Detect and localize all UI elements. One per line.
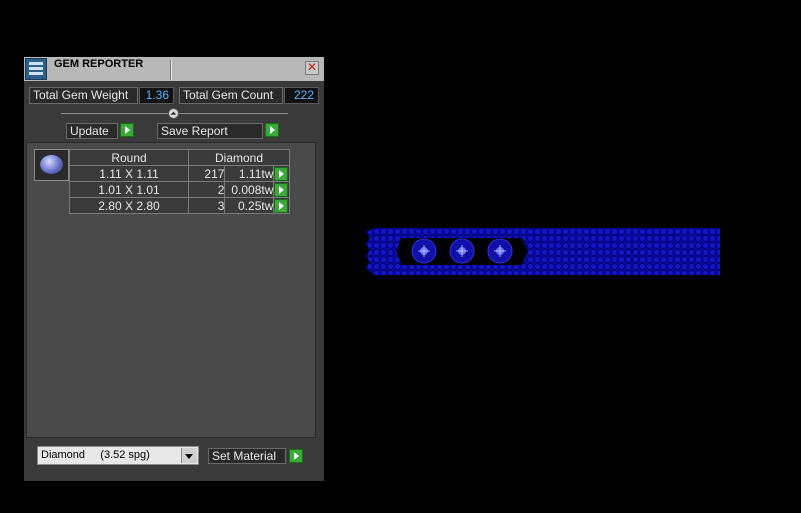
material-select[interactable]: Diamond (3.52 spg): [37, 446, 199, 465]
gem-reporter-app-icon: [25, 58, 47, 80]
update-button[interactable]: Update: [66, 123, 118, 139]
collapse-icon[interactable]: ⏶: [168, 108, 179, 119]
row-go-icon[interactable]: [274, 182, 289, 197]
gem-weight: 0.008tw: [224, 181, 275, 198]
gem-weight: 0.25tw: [224, 197, 275, 214]
gem-qty: 3: [187, 197, 226, 214]
gem-qty: 217: [187, 165, 226, 182]
material-select-value: Diamond (3.52 spg): [41, 449, 150, 461]
total-gem-weight-value: 1.36: [139, 87, 174, 104]
set-material-go-icon[interactable]: [289, 449, 303, 463]
table-row: 1.11 X 1.11 217 1.11tw: [69, 165, 290, 182]
shape-header: Round: [69, 149, 189, 166]
set-material-button[interactable]: Set Material: [208, 448, 286, 464]
row-go-icon[interactable]: [274, 198, 289, 213]
round-gem-icon: [40, 155, 63, 174]
gem-size: 2.80 X 2.80: [69, 197, 189, 214]
window-title: GEM REPORTER: [54, 58, 144, 70]
row-go-icon[interactable]: [274, 166, 289, 181]
total-gem-count-value: 222: [284, 87, 319, 104]
pave-band-render[interactable]: [366, 228, 720, 275]
total-gem-weight-label: Total Gem Weight: [29, 87, 138, 104]
round-gem-thumbnail[interactable]: [34, 149, 69, 181]
chevron-down-icon[interactable]: [181, 448, 197, 463]
update-go-icon[interactable]: [120, 123, 134, 137]
gem-qty: 2: [187, 181, 226, 198]
gem-size: 1.11 X 1.11: [69, 165, 189, 182]
gem-size: 1.01 X 1.01: [69, 181, 189, 198]
save-report-button[interactable]: Save Report: [157, 123, 263, 139]
close-icon[interactable]: ✕: [305, 61, 319, 75]
table-row: 1.01 X 1.01 2 0.008tw: [69, 181, 290, 198]
gem-table: Round Diamond 1.11 X 1.11 217 1.11tw 1.0…: [69, 149, 290, 214]
title-bar[interactable]: GEM REPORTER ✕: [24, 57, 324, 81]
save-report-go-icon[interactable]: [265, 123, 279, 137]
center-stones: [411, 238, 513, 264]
total-gem-count-label: Total Gem Count: [179, 87, 283, 104]
table-row: 2.80 X 2.80 3 0.25tw: [69, 197, 290, 214]
gem-weight: 1.11tw: [224, 165, 275, 182]
material-header: Diamond: [188, 149, 290, 166]
